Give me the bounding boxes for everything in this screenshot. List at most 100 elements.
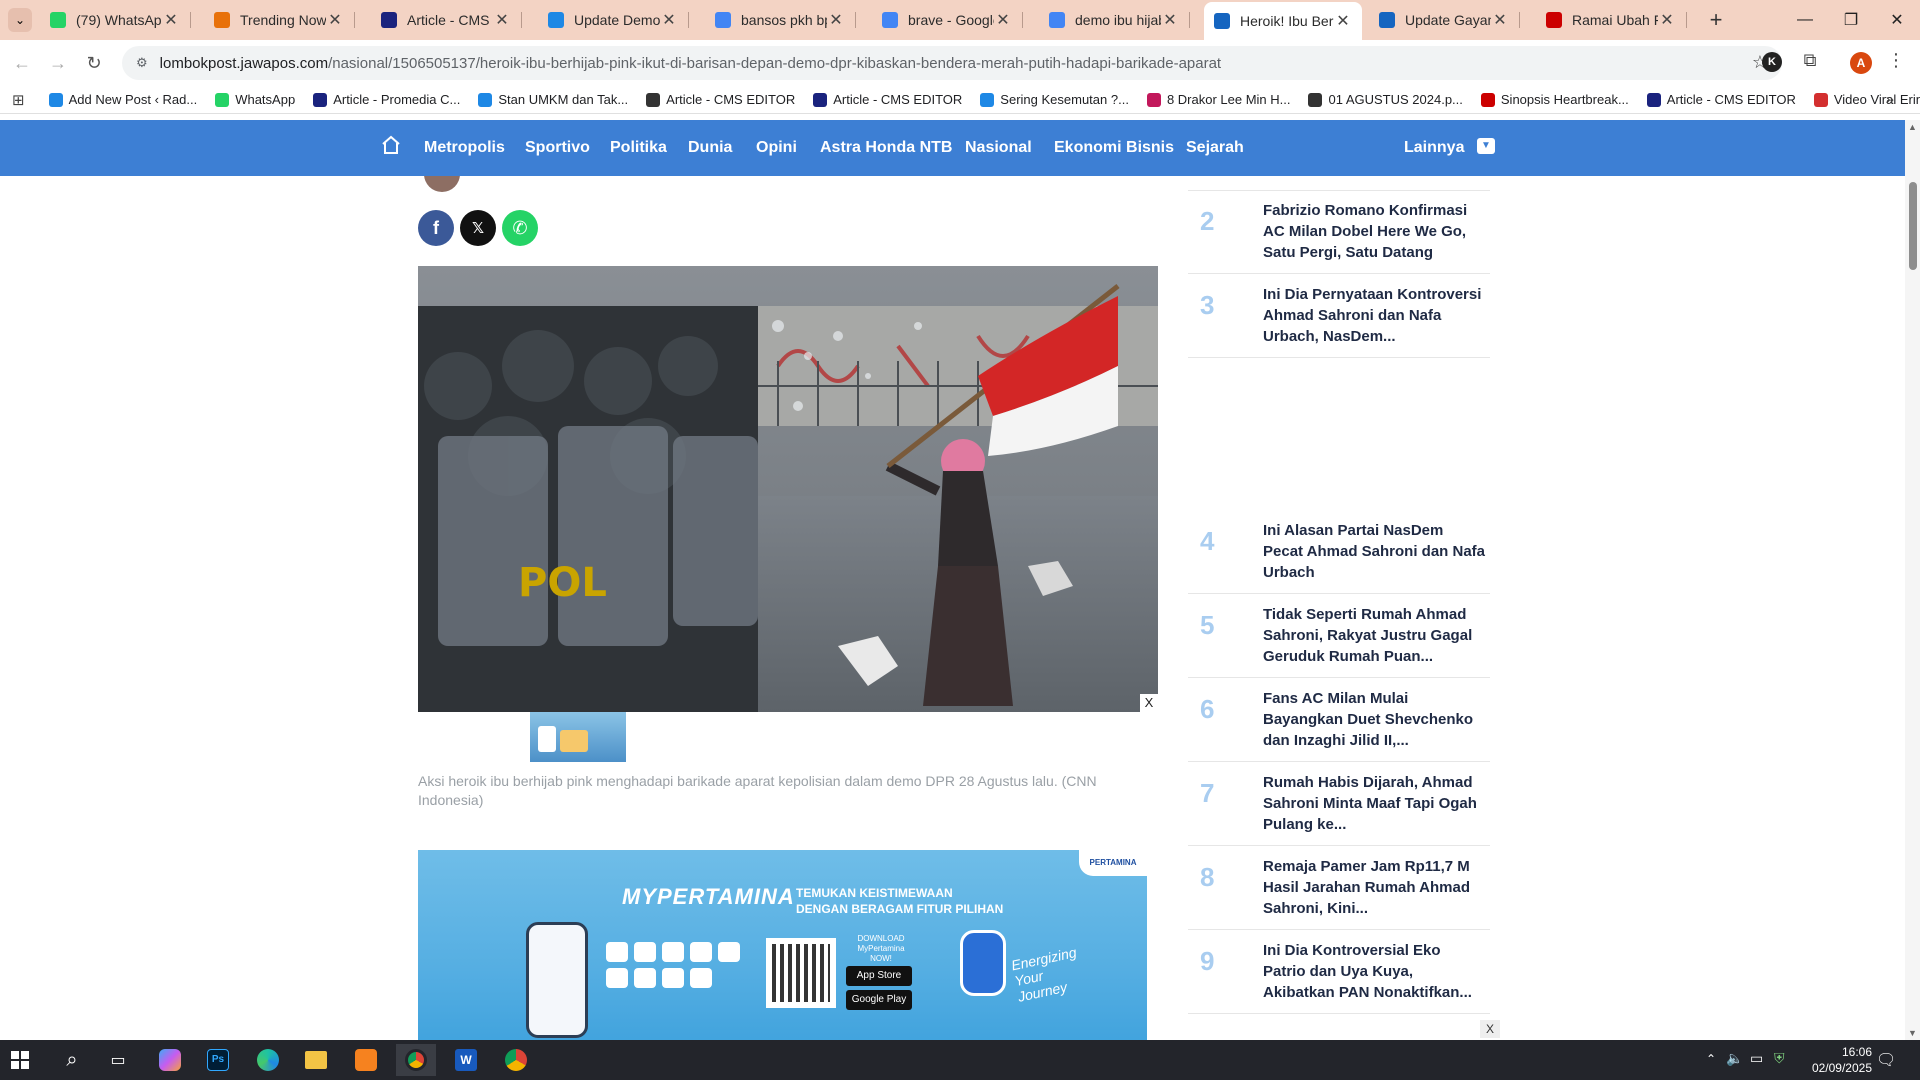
close-window-button[interactable]: ✕: [1874, 0, 1920, 40]
tab-9[interactable]: Update Gayamu d✕: [1369, 4, 1520, 36]
copilot-app[interactable]: [150, 1044, 190, 1076]
more-menu-button[interactable]: Lainnya ▼: [1404, 120, 1495, 176]
tab-8[interactable]: Heroik! Ibu Berhij✕: [1204, 2, 1362, 40]
popular-article-title[interactable]: Ini Alasan Partai NasDem Pecat Ahmad Sah…: [1263, 520, 1485, 583]
bookmark-item[interactable]: 01 AGUSTUS 2024.p...: [1308, 92, 1463, 107]
new-tab-button[interactable]: +: [1702, 6, 1730, 34]
nav-link-nasional[interactable]: Nasional: [965, 120, 1032, 176]
tab-close-icon[interactable]: ✕: [493, 10, 511, 30]
bookmark-item[interactable]: Stan UMKM dan Tak...: [478, 92, 628, 107]
profile-avatar[interactable]: A: [1850, 52, 1872, 74]
popular-article-title[interactable]: Fans AC Milan Mulai Bayangkan Duet Shevc…: [1263, 688, 1485, 751]
file-explorer-app[interactable]: [296, 1044, 336, 1076]
popular-article-title[interactable]: Ini Dia Kontroversial Eko Patrio dan Uya…: [1263, 940, 1485, 1003]
bookmark-item[interactable]: Article - CMS EDITOR: [646, 92, 795, 107]
nav-link-ekonomi-bisnis[interactable]: Ekonomi Bisnis: [1054, 120, 1174, 176]
bookmark-item[interactable]: Sinopsis Heartbreak...: [1480, 92, 1629, 107]
orange-app[interactable]: [346, 1044, 386, 1076]
bookmark-item[interactable]: Add New Post ‹ Rad...: [48, 92, 197, 107]
popular-article-item[interactable]: 4 Ini Alasan Partai NasDem Pecat Ahmad Sa…: [1188, 510, 1490, 594]
bookmark-item[interactable]: WhatsApp: [215, 92, 295, 107]
bookmark-item[interactable]: Video Viral Erin Bug...: [1813, 92, 1920, 107]
google-play-badge[interactable]: Google Play: [846, 990, 912, 1010]
scroll-down-arrow-icon[interactable]: ▼: [1908, 1028, 1917, 1038]
start-button[interactable]: [0, 1044, 40, 1076]
restore-button[interactable]: ❐: [1828, 0, 1874, 40]
address-bar[interactable]: ⚙ lombokpost.jawapos.com/nasional/150650…: [122, 46, 1782, 80]
task-view-button[interactable]: ▭: [98, 1044, 138, 1076]
forward-button[interactable]: →: [44, 49, 72, 77]
bookmark-item[interactable]: Article - CMS EDITOR: [813, 92, 962, 107]
popular-article-item[interactable]: 9 Ini Dia Kontroversial Eko Patrio dan Uy…: [1188, 930, 1490, 1014]
popular-article-item[interactable]: 8 Remaja Pamer Jam Rp11,7 M Hasil Jarahan…: [1188, 846, 1490, 930]
bookmarks-overflow-icon[interactable]: »: [1886, 91, 1894, 108]
tab-close-icon[interactable]: ✕: [1334, 11, 1352, 31]
nav-link-dunia[interactable]: Dunia: [688, 120, 732, 176]
tab-close-icon[interactable]: ✕: [162, 10, 180, 30]
network-icon[interactable]: ▭: [1750, 1050, 1763, 1067]
extension-icon-k[interactable]: K: [1762, 52, 1782, 72]
thumbnail-ad[interactable]: [530, 712, 626, 762]
mypertamina-banner-ad[interactable]: PERTAMINA MYPERTAMINA TEMUKAN KEISTIMEWA…: [418, 850, 1147, 1040]
tab-5[interactable]: bansos pkh bpnt✕: [705, 4, 856, 36]
chrome-app-2[interactable]: [496, 1044, 536, 1076]
notification-icon[interactable]: 🗨: [1876, 1050, 1896, 1070]
tab-10[interactable]: Ramai Ubah Foto✕: [1536, 4, 1687, 36]
extensions-puzzle-icon[interactable]: ⧉: [1798, 50, 1822, 74]
system-clock[interactable]: 16:06 02/09/2025: [1782, 1044, 1872, 1076]
minimize-button[interactable]: —: [1782, 0, 1828, 40]
share-x-button[interactable]: 𝕏: [460, 210, 496, 246]
bookmark-item[interactable]: Article - CMS EDITOR: [1646, 92, 1796, 107]
tab-7[interactable]: demo ibu hijab pi✕: [1039, 4, 1190, 36]
reload-button[interactable]: ↻: [80, 49, 108, 77]
tab-1[interactable]: (79) WhatsApp ✕: [40, 4, 191, 36]
sidebar-ad-close-button[interactable]: X: [1480, 1020, 1500, 1038]
popular-article-item[interactable]: 7 Rumah Habis Dijarah, Ahmad Sahroni Mint…: [1188, 762, 1490, 846]
popular-article-title[interactable]: Rumah Habis Dijarah, Ahmad Sahroni Minta…: [1263, 772, 1485, 835]
browser-menu-icon[interactable]: ⋮: [1886, 50, 1906, 74]
tab-3[interactable]: Article - CMS EDIT✕: [371, 4, 522, 36]
popular-article-item[interactable]: 2 Fabrizio Romano Konfirmasi AC Milan Dob…: [1188, 190, 1490, 274]
popular-article-title[interactable]: Remaja Pamer Jam Rp11,7 M Hasil Jarahan …: [1263, 856, 1485, 919]
nav-link-metropolis[interactable]: Metropolis: [424, 120, 505, 176]
tab-6[interactable]: brave - Google Se✕: [872, 4, 1023, 36]
popular-article-item[interactable]: 6 Fans AC Milan Mulai Bayangkan Duet Shev…: [1188, 678, 1490, 762]
popular-article-title[interactable]: Fabrizio Romano Konfirmasi AC Milan Dobe…: [1263, 200, 1485, 263]
ad-close-button[interactable]: X: [1140, 694, 1158, 712]
tab-close-icon[interactable]: ✕: [326, 10, 344, 30]
tray-overflow-icon[interactable]: ⌃: [1706, 1052, 1716, 1066]
home-icon[interactable]: [380, 134, 402, 158]
nav-link-sportivo[interactable]: Sportivo: [525, 120, 590, 176]
nav-link-astra-honda-ntb[interactable]: Astra Honda NTB: [820, 120, 952, 176]
share-facebook-button[interactable]: f: [418, 210, 454, 246]
nav-link-opini[interactable]: Opini: [756, 120, 797, 176]
tab-2[interactable]: Trending Now - G✕: [204, 4, 355, 36]
tab-close-icon[interactable]: ✕: [1658, 10, 1676, 30]
popular-article-title[interactable]: Tidak Seperti Rumah Ahmad Sahroni, Rakya…: [1263, 604, 1485, 667]
volume-icon[interactable]: 🔈: [1726, 1050, 1743, 1067]
share-whatsapp-button[interactable]: ✆: [502, 210, 538, 246]
back-button[interactable]: ←: [8, 49, 36, 77]
tab-close-icon[interactable]: ✕: [660, 10, 678, 30]
tab-search-button[interactable]: ⌄: [8, 8, 32, 32]
nav-link-politika[interactable]: Politika: [610, 120, 667, 176]
tab-close-icon[interactable]: ✕: [827, 10, 845, 30]
tab-4[interactable]: Update Demo Ha✕: [538, 4, 689, 36]
bookmark-item[interactable]: 8 Drakor Lee Min H...: [1146, 92, 1290, 107]
word-app[interactable]: W: [446, 1044, 486, 1076]
tab-close-icon[interactable]: ✕: [1491, 10, 1509, 30]
popular-article-title[interactable]: Ini Dia Pernyataan Kontroversi Ahmad Sah…: [1263, 284, 1485, 347]
app-store-badge[interactable]: App Store: [846, 966, 912, 986]
chrome-app-active[interactable]: [396, 1044, 436, 1076]
photoshop-app[interactable]: Ps: [198, 1044, 238, 1076]
search-button[interactable]: ⌕: [52, 1044, 92, 1076]
page-scrollbar[interactable]: ▲ ▼: [1905, 120, 1920, 1040]
tab-close-icon[interactable]: ✕: [994, 10, 1012, 30]
bookmark-item[interactable]: Sering Kesemutan ?...: [980, 92, 1129, 107]
popular-article-item[interactable]: 3 Ini Dia Pernyataan Kontroversi Ahmad Sa…: [1188, 274, 1490, 358]
bookmark-item[interactable]: Article - Promedia C...: [313, 92, 460, 107]
nav-link-sejarah[interactable]: Sejarah: [1186, 120, 1244, 176]
popular-article-item[interactable]: 5 Tidak Seperti Rumah Ahmad Sahroni, Raky…: [1188, 594, 1490, 678]
site-info-icon[interactable]: ⚙: [136, 55, 148, 71]
edge-app[interactable]: [248, 1044, 288, 1076]
